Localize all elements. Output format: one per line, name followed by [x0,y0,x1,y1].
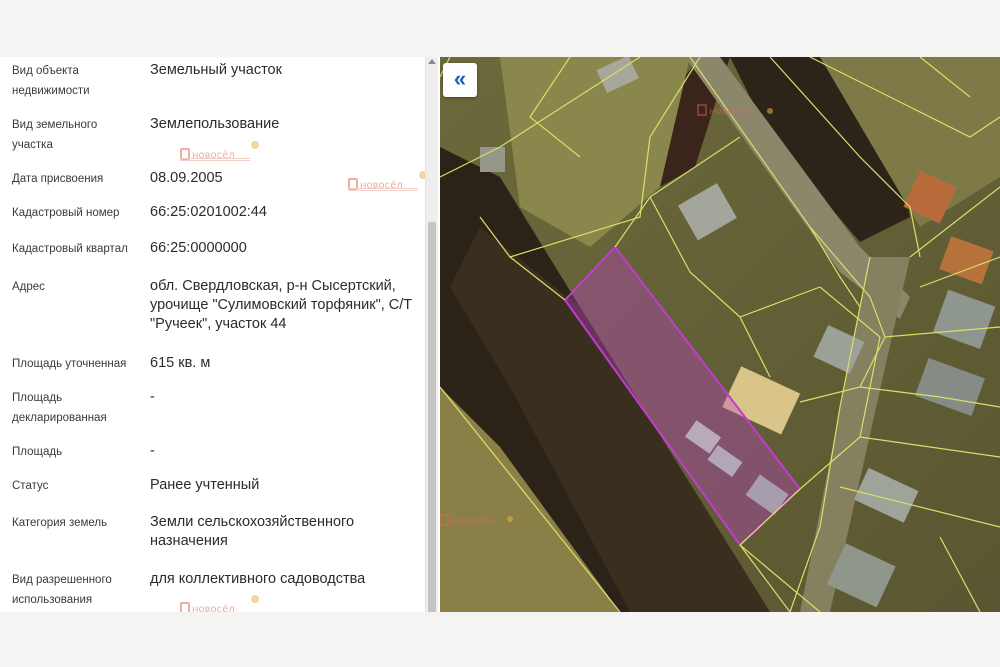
label-land-type: Вид земельного участка [12,119,98,151]
map-canvas: новосёл новосёл [440,57,1000,612]
value-address: обл. Свердловская, р-н Сысертский, урочи… [150,278,413,332]
value-object-type: Земельный участок [150,62,282,78]
value-cadastral-number: 66:25:0201002:44 [150,204,267,220]
label-permitted-use: Вид разрешенного использования [12,574,112,606]
watermark-brand: новосёл [709,106,752,117]
collapse-panel-button[interactable]: « [443,63,477,97]
value-land-category: Земли сельскохозяйственного назначения [150,514,355,549]
label-area: Площадь [12,446,63,458]
scroll-thumb[interactable] [428,222,436,652]
label-area-declared: Площадь декларированная [12,392,107,424]
badge-icon [416,171,425,193]
value-status: Ранее учтенный [150,477,260,493]
double-chevron-left-icon: « [453,66,467,91]
watermark-brand: новосёл [451,516,494,527]
top-background [0,0,1000,57]
novosel-logo-icon [180,602,190,612]
panel-scrollbar[interactable] [425,57,438,652]
label-status: Статус [12,480,49,492]
watermark-logo: новосёл [348,171,425,193]
value-area-refined: 615 кв. м [150,355,211,371]
watermark-underline [348,188,418,191]
value-land-type: Землепользование [150,116,280,132]
label-cadastral-quarter: Кадастровый квартал [12,243,128,255]
badge-icon [248,595,262,612]
watermark-logo: новосёл [180,595,259,612]
scroll-up-arrow-icon[interactable] [428,59,436,64]
property-info-panel: Вид объекта недвижимости Земельный участ… [0,57,425,612]
label-assign-date: Дата присвоения [12,173,104,185]
badge-icon [248,141,262,163]
watermark-underline [180,158,250,161]
satellite-map[interactable]: новосёл новосёл [440,57,1000,612]
value-cadastral-quarter: 66:25:0000000 [150,240,247,256]
watermark-brand: новосёл [192,604,235,612]
watermark-logo: новосёл [180,141,259,163]
label-land-category: Категория земель [12,517,108,529]
label-object-type: Вид объекта недвижимости [12,65,90,97]
value-area-declared: - [150,389,155,405]
label-cadastral-number: Кадастровый номер [12,207,120,219]
value-area: - [150,443,155,459]
label-address: Адрес [12,281,45,293]
bottom-background [0,612,1000,667]
value-permitted-use: для коллективного садоводства [150,571,366,587]
label-area-refined: Площадь уточненная [12,358,127,370]
